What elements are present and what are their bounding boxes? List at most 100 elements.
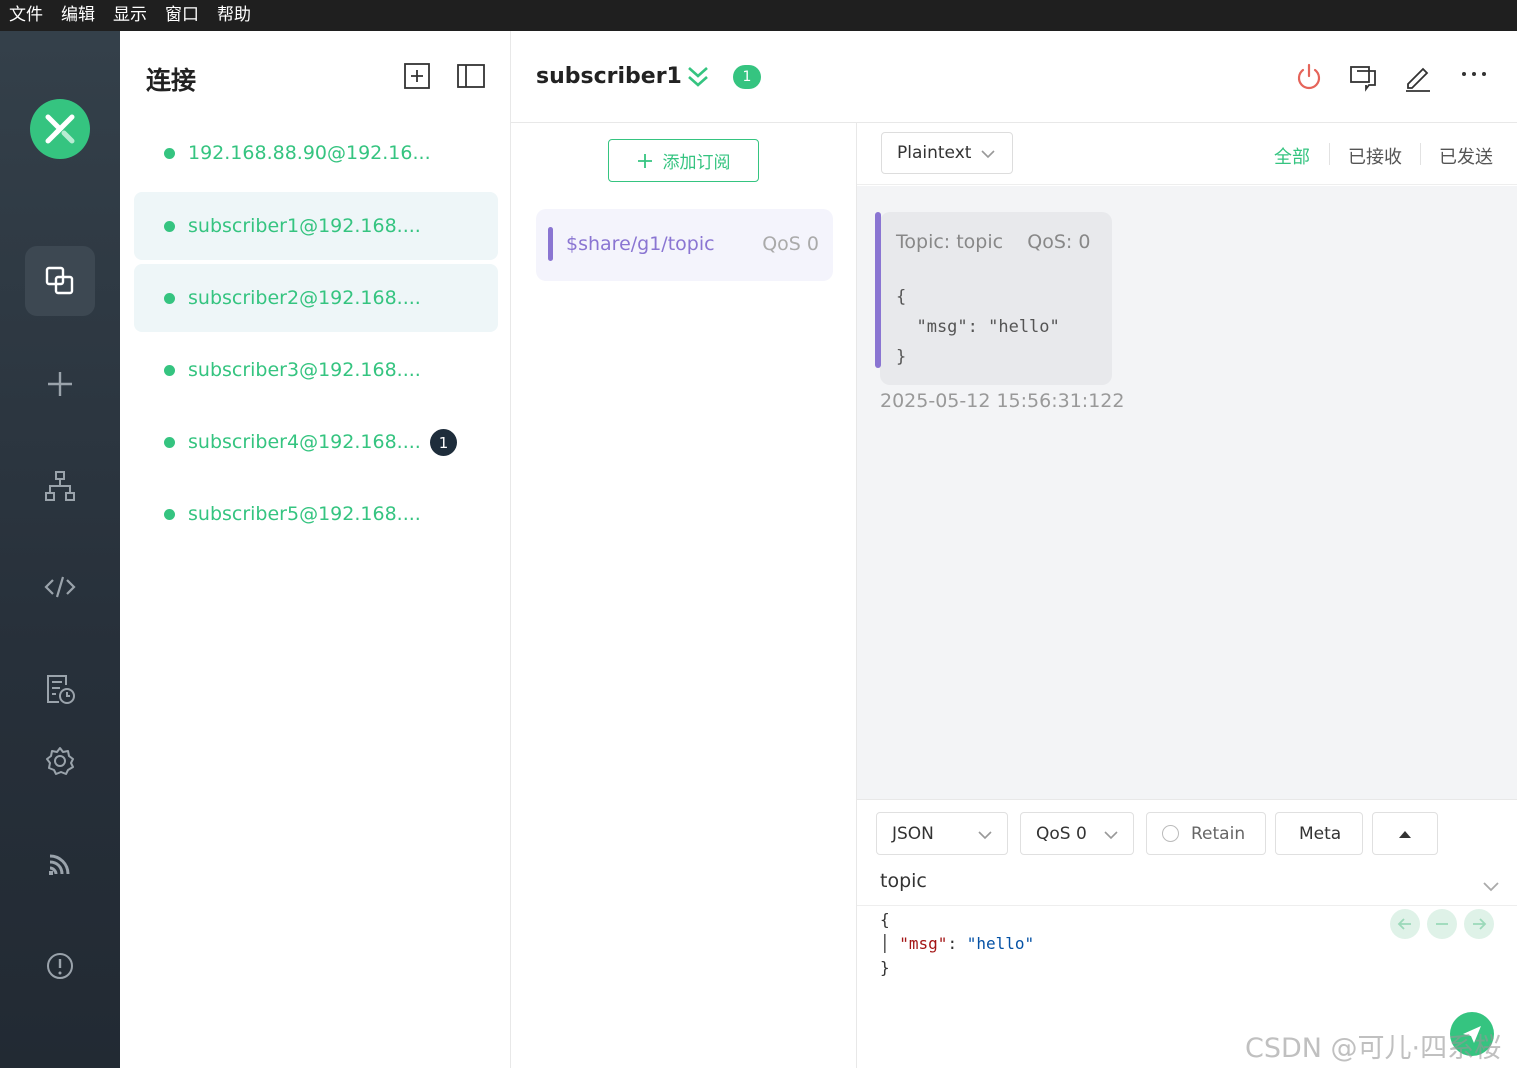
connection-item[interactable]: subscriber5@192.168.... xyxy=(134,480,498,548)
status-dot xyxy=(164,436,175,448)
toggle-panel-icon[interactable] xyxy=(456,61,486,91)
editor-brace: { xyxy=(880,910,890,929)
menu-help[interactable]: 帮助 xyxy=(216,0,260,31)
retain-radio[interactable] xyxy=(1162,825,1179,842)
connection-item[interactable]: 192.168.88.90@192.16... xyxy=(134,119,498,187)
message-composer: JSON QoS 0 Retain Meta topic { │ "msg": … xyxy=(857,799,1517,1068)
plus-icon xyxy=(637,153,652,168)
connections-title: 连接 xyxy=(146,66,197,95)
status-dot xyxy=(164,508,175,520)
mqttx-logo xyxy=(30,99,90,159)
edit-icon[interactable] xyxy=(1402,61,1434,93)
connection-label: subscriber4@192.168.... xyxy=(188,431,421,453)
connection-item[interactable]: subscriber3@192.168.... xyxy=(134,336,498,404)
payload-format-select[interactable]: Plaintext xyxy=(881,132,1013,174)
divider xyxy=(1420,143,1421,165)
connection-item-selected[interactable]: subscriber1@192.168.... xyxy=(134,192,498,260)
collapse-chevrons-icon[interactable] xyxy=(686,65,710,89)
editor-value: "hello" xyxy=(966,934,1035,953)
watermark: CSDN @可儿·四系桜 xyxy=(1245,1033,1502,1064)
connection-label: subscriber1@192.168.... xyxy=(188,215,421,237)
expand-button[interactable] xyxy=(1372,812,1438,855)
nav-script[interactable] xyxy=(25,552,95,622)
menu-edit[interactable]: 编辑 xyxy=(60,0,104,31)
nav-topic-tree[interactable] xyxy=(25,451,95,521)
message-meta: Topic: topic QoS: 0 xyxy=(896,231,1091,253)
menu-view[interactable]: 显示 xyxy=(112,0,156,31)
connections-icon xyxy=(45,266,74,295)
nav-settings[interactable] xyxy=(25,726,95,796)
payload-type-select[interactable]: JSON xyxy=(876,812,1008,855)
history-next-button[interactable] xyxy=(1464,909,1494,939)
code-icon xyxy=(44,576,76,598)
info-icon xyxy=(47,953,73,979)
editor-colon: : xyxy=(947,934,967,953)
editor-key: "msg" xyxy=(899,934,948,953)
status-dot xyxy=(164,220,175,232)
connection-label: subscriber2@192.168.... xyxy=(188,287,421,309)
connection-header: subscriber1 1 xyxy=(511,31,1517,123)
subscription-color-bar xyxy=(548,227,553,261)
meta-label: Meta xyxy=(1299,823,1342,844)
filter-sent[interactable]: 已发送 xyxy=(1439,143,1493,169)
add-subscription-button[interactable]: 添加订阅 xyxy=(608,139,759,182)
menu-file[interactable]: 文件 xyxy=(8,0,52,31)
qos-select[interactable]: QoS 0 xyxy=(1020,812,1134,855)
message-list: Topic: topic QoS: 0 { "msg": "hello" } 2… xyxy=(857,186,1517,799)
log-icon xyxy=(47,675,75,704)
message-card[interactable]: Topic: topic QoS: 0 { "msg": "hello" } xyxy=(875,212,1112,385)
minus-icon xyxy=(1436,923,1448,925)
divider xyxy=(857,905,1517,906)
history-clear-button[interactable] xyxy=(1427,909,1457,939)
message-payload: { "msg": "hello" } xyxy=(896,287,1060,367)
nav-connections[interactable] xyxy=(25,246,95,316)
more-icon[interactable] xyxy=(1458,61,1490,93)
feed-icon xyxy=(49,854,70,875)
subscription-qos: QoS 0 xyxy=(762,233,819,255)
gear-icon xyxy=(46,747,74,775)
subscription-topic: $share/g1/topic xyxy=(566,233,715,255)
payload-editor[interactable]: { │ "msg": "hello" } xyxy=(880,908,1034,980)
nav-about[interactable] xyxy=(25,931,95,1001)
arrow-left-icon xyxy=(1397,918,1411,930)
qos-value: QoS 0 xyxy=(1036,823,1087,844)
connection-label: subscriber3@192.168.... xyxy=(188,359,421,381)
chevron-down-icon xyxy=(981,150,995,159)
payload-type-value: JSON xyxy=(892,823,934,844)
nav-log[interactable] xyxy=(25,654,95,724)
meta-button[interactable]: Meta xyxy=(1275,812,1363,855)
history-prev-button[interactable] xyxy=(1390,909,1420,939)
filter-received[interactable]: 已接收 xyxy=(1348,143,1402,169)
status-dot xyxy=(164,147,175,159)
logo-mark-icon xyxy=(45,114,75,144)
chevron-down-icon xyxy=(978,831,992,840)
unread-badge: 1 xyxy=(430,429,457,456)
chevron-down-icon[interactable] xyxy=(1481,876,1501,896)
topic-input[interactable]: topic xyxy=(880,870,927,892)
connection-label: 192.168.88.90@192.16... xyxy=(188,142,431,164)
message-color-bar xyxy=(875,212,881,368)
nav-new-connection[interactable] xyxy=(25,349,95,419)
editor-brace: } xyxy=(880,958,890,977)
messages-toolbar: Plaintext 全部 已接收 已发送 xyxy=(857,123,1517,185)
caret-up-icon xyxy=(1399,830,1411,838)
message-timestamp: 2025-05-12 15:56:31:122 xyxy=(880,390,1125,412)
add-subscription-label: 添加订阅 xyxy=(662,153,731,173)
divider xyxy=(1329,143,1330,165)
connections-panel: 连接 192.168.88.90@192.16... subscriber1@1… xyxy=(120,31,511,1068)
menu-bar: 文件 编辑 显示 窗口 帮助 xyxy=(0,0,1517,31)
app-sidebar xyxy=(0,31,120,1068)
connection-label: subscriber5@192.168.... xyxy=(188,503,421,525)
new-connection-icon[interactable] xyxy=(402,61,432,91)
chevron-down-icon xyxy=(1104,831,1118,840)
plus-icon xyxy=(48,372,72,396)
retain-toggle[interactable]: Retain xyxy=(1146,812,1266,855)
subscription-item[interactable]: $share/g1/topic QoS 0 xyxy=(536,209,833,281)
nav-feed[interactable] xyxy=(25,829,95,899)
connection-item[interactable]: subscriber4@192.168.... 1 xyxy=(134,408,498,476)
new-window-icon[interactable] xyxy=(1347,61,1379,93)
menu-window[interactable]: 窗口 xyxy=(164,0,208,31)
filter-all[interactable]: 全部 xyxy=(1274,143,1310,169)
connection-item[interactable]: subscriber2@192.168.... xyxy=(134,264,498,332)
power-icon[interactable] xyxy=(1293,61,1325,93)
